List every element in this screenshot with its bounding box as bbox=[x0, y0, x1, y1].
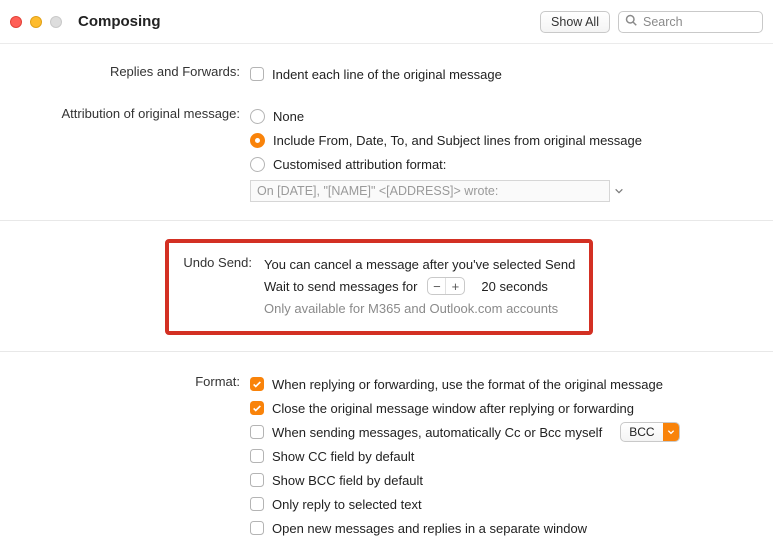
undo-wait-prefix: Wait to send messages for bbox=[264, 279, 417, 294]
attribution-format-menu[interactable] bbox=[614, 184, 624, 199]
indent-checkbox[interactable] bbox=[250, 67, 264, 81]
format-option-row[interactable]: Show BCC field by default bbox=[250, 468, 753, 492]
format-option-checkbox[interactable] bbox=[250, 449, 264, 463]
attribution-label: Attribution of original message: bbox=[0, 104, 250, 121]
attribution-none-label: None bbox=[273, 109, 304, 124]
undo-send-desc: You can cancel a message after you've se… bbox=[264, 253, 577, 275]
format-option-row[interactable]: Show CC field by default bbox=[250, 444, 753, 468]
format-option-row[interactable]: Only reply to selected text bbox=[250, 492, 753, 516]
replies-forwards-label: Replies and Forwards: bbox=[0, 62, 250, 79]
attribution-include-label: Include From, Date, To, and Subject line… bbox=[273, 133, 642, 148]
format-options: When replying or forwarding, use the for… bbox=[250, 372, 773, 537]
zoom-window-button[interactable] bbox=[50, 16, 62, 28]
bcc-dropdown-label: BCC bbox=[621, 425, 662, 439]
stepper-plus-button[interactable]: + bbox=[446, 278, 464, 294]
indent-checkbox-row[interactable]: Indent each line of the original message bbox=[250, 62, 753, 86]
format-option-row[interactable]: When replying or forwarding, use the for… bbox=[250, 372, 753, 396]
attribution-none-radio[interactable] bbox=[250, 109, 265, 124]
undo-wait-unit: seconds bbox=[500, 279, 548, 294]
undo-wait-stepper[interactable]: − + bbox=[427, 277, 465, 295]
divider bbox=[0, 220, 773, 221]
format-option-label: When sending messages, automatically Cc … bbox=[272, 425, 602, 440]
undo-send-highlight: Undo Send: You can cancel a message afte… bbox=[165, 239, 593, 335]
format-option-label: Only reply to selected text bbox=[272, 497, 422, 512]
format-option-label: Show CC field by default bbox=[272, 449, 414, 464]
format-label: Format: bbox=[0, 372, 250, 389]
format-option-checkbox[interactable] bbox=[250, 521, 264, 535]
attribution-row: Attribution of original message: None In… bbox=[0, 102, 773, 204]
window-title: Composing bbox=[78, 13, 161, 30]
format-option-row[interactable]: Open new messages and replies in a separ… bbox=[250, 516, 753, 537]
search-field[interactable] bbox=[618, 11, 763, 33]
minimize-window-button[interactable] bbox=[30, 16, 42, 28]
format-option-label: When replying or forwarding, use the for… bbox=[272, 377, 663, 392]
undo-send-label: Undo Send: bbox=[181, 253, 252, 270]
format-option-checkbox[interactable] bbox=[250, 377, 264, 391]
traffic-lights bbox=[10, 16, 62, 28]
stepper-minus-button[interactable]: − bbox=[428, 278, 446, 294]
bcc-dropdown[interactable]: BCC bbox=[620, 422, 679, 442]
attribution-include-radio[interactable] bbox=[250, 133, 265, 148]
format-option-label: Close the original message window after … bbox=[272, 401, 634, 416]
chevron-down-icon bbox=[663, 423, 679, 441]
format-option-label: Show BCC field by default bbox=[272, 473, 423, 488]
undo-send-note: Only available for M365 and Outlook.com … bbox=[264, 297, 577, 319]
divider bbox=[0, 351, 773, 352]
undo-wait-value: 20 bbox=[481, 279, 495, 294]
attribution-custom-label: Customised attribution format: bbox=[273, 157, 446, 172]
format-option-label: Open new messages and replies in a separ… bbox=[272, 521, 587, 536]
search-input[interactable] bbox=[641, 14, 773, 30]
content: Replies and Forwards: Indent each line o… bbox=[0, 44, 773, 537]
format-option-checkbox[interactable] bbox=[250, 497, 264, 511]
search-icon bbox=[625, 14, 641, 29]
attribution-format-input[interactable] bbox=[250, 180, 610, 202]
attribution-custom-row[interactable]: Customised attribution format: bbox=[250, 152, 753, 176]
attribution-none-row[interactable]: None bbox=[250, 104, 753, 128]
replies-forwards-row: Replies and Forwards: Indent each line o… bbox=[0, 60, 773, 88]
format-option-checkbox[interactable] bbox=[250, 425, 264, 439]
format-option-checkbox[interactable] bbox=[250, 401, 264, 415]
format-row: Format: When replying or forwarding, use… bbox=[0, 370, 773, 537]
format-option-row[interactable]: Close the original message window after … bbox=[250, 396, 753, 420]
indent-checkbox-label: Indent each line of the original message bbox=[272, 67, 502, 82]
attribution-include-row[interactable]: Include From, Date, To, and Subject line… bbox=[250, 128, 753, 152]
close-window-button[interactable] bbox=[10, 16, 22, 28]
titlebar: Composing Show All bbox=[0, 0, 773, 44]
format-option-row[interactable]: When sending messages, automatically Cc … bbox=[250, 420, 753, 444]
attribution-custom-radio[interactable] bbox=[250, 157, 265, 172]
format-option-checkbox[interactable] bbox=[250, 473, 264, 487]
show-all-button[interactable]: Show All bbox=[540, 11, 610, 33]
